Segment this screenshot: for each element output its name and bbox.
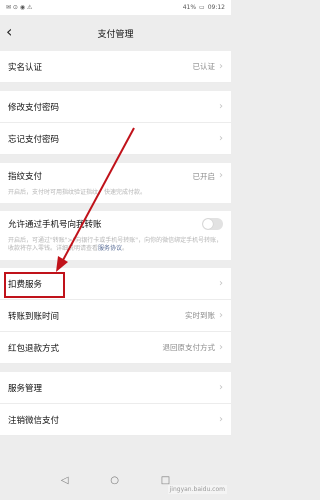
row-fingerprint[interactable]: 指纹支付 已开启 › 开启后，支付时可用指纹验证指纹，快速完成付款。 (0, 163, 231, 203)
row-change-password[interactable]: 修改支付密码 › (0, 91, 231, 123)
fingerprint-description: 开启后，支付时可用指纹验证指纹，快速完成付款。 (8, 189, 147, 196)
phone-transfer-toggle[interactable] (202, 218, 223, 230)
row-service-management-label: 服务管理 (8, 383, 43, 394)
chevron-right-icon: › (219, 170, 223, 181)
service-agreement-link[interactable]: 服务协议 (98, 245, 122, 252)
row-forgot-password-label: 忘记支付密码 (8, 134, 60, 145)
chevron-right-icon: › (219, 277, 223, 289)
status-icons: ✉ ⊙ ◉ ⚠ (6, 4, 33, 11)
row-arrival-time-value: 实时到账 (185, 311, 215, 320)
row-arrival-time-label: 转账到账时间 (8, 311, 60, 322)
phone-transfer-desc-end: 。 (122, 245, 129, 252)
row-arrival-time[interactable]: 转账到账时间 实时到账 › (0, 300, 231, 332)
row-refund-method[interactable]: 红包退款方式 退回原支付方式 › (0, 332, 231, 364)
system-home-icon[interactable]: ○ (110, 475, 119, 486)
row-deduction-service-label: 扣费服务 (8, 279, 43, 290)
chevron-right-icon: › (219, 341, 223, 353)
row-refund-method-label: 红包退款方式 (8, 343, 60, 354)
battery-level: 41% (182, 4, 197, 11)
system-recent-icon[interactable]: □ (161, 475, 170, 486)
row-service-management[interactable]: 服务管理 › (0, 372, 231, 404)
row-real-name-label: 实名认证 (8, 62, 43, 73)
row-forgot-password[interactable]: 忘记支付密码 › (0, 123, 231, 155)
watermark: jingyan.baidu.com (167, 485, 227, 494)
row-fingerprint-label: 指纹支付 (8, 172, 43, 182)
status-bar: ✉ ⊙ ◉ ⚠ 41% ▭ 09:12 (0, 0, 231, 15)
row-cancel-wechat-pay-label: 注销微信支付 (8, 415, 60, 426)
battery-icon: ▭ (199, 4, 205, 11)
row-real-name-value: 已认证 (192, 62, 216, 71)
clock: 09:12 (207, 4, 225, 11)
system-navigation-bar: ◁ ○ □ (0, 460, 231, 500)
chevron-right-icon: › (219, 60, 223, 72)
header: ‹ 支付管理 (0, 15, 231, 51)
row-fingerprint-value: 已开启 (192, 171, 216, 181)
back-icon[interactable]: ‹ (6, 22, 12, 42)
row-refund-method-value: 退回原支付方式 (162, 343, 216, 352)
phone-transfer-description: 开启后，可通过"转账">"向银行卡或手机号转账"，向你的微信绑定手机号转账，收款… (8, 237, 223, 260)
row-real-name[interactable]: 实名认证 已认证 › (0, 51, 231, 83)
row-change-password-label: 修改支付密码 (8, 102, 60, 113)
system-back-icon[interactable]: ◁ (61, 475, 69, 486)
chevron-right-icon: › (219, 132, 223, 144)
page-title: 支付管理 (97, 29, 134, 40)
row-phone-transfer-label: 允许通过手机号向我转账 (8, 220, 102, 230)
chevron-right-icon: › (219, 381, 223, 393)
chevron-right-icon: › (219, 309, 223, 321)
chevron-right-icon: › (219, 100, 223, 112)
chevron-right-icon: › (219, 413, 223, 425)
row-deduction-service[interactable]: 扣费服务 › (0, 268, 231, 300)
row-phone-transfer: 允许通过手机号向我转账 开启后，可通过"转账">"向银行卡或手机号转账"，向你的… (0, 211, 231, 260)
row-cancel-wechat-pay[interactable]: 注销微信支付 › (0, 404, 231, 436)
